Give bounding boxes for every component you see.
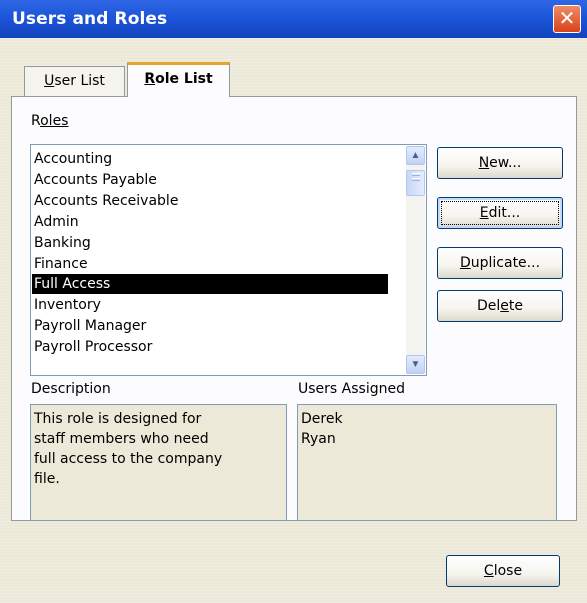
list-item[interactable]: Accounting [32, 149, 388, 169]
list-item[interactable]: Admin [32, 212, 388, 232]
description-label: Description [31, 381, 111, 397]
list-item[interactable]: Payroll Processor [32, 337, 388, 357]
roles-scrollbar[interactable]: ▲ ▼ [406, 146, 425, 374]
window-title: Users and Roles [12, 9, 168, 29]
title-bar: Users and Roles ✕ [0, 0, 587, 38]
tab-user-list[interactable]: User List [24, 66, 125, 96]
list-item[interactable]: Banking [32, 233, 388, 253]
list-item: Ryan [301, 431, 336, 447]
list-item: Derek [301, 411, 343, 427]
list-item[interactable]: Payroll Manager [32, 316, 388, 336]
roles-label: Roles [31, 113, 69, 129]
users-assigned-box: Derek Ryan [297, 404, 557, 521]
scroll-up-icon[interactable]: ▲ [406, 146, 425, 165]
dialog-body: User List Role List Roles Accounting Acc… [0, 38, 587, 603]
list-item[interactable]: Finance [32, 254, 388, 274]
roles-listbox[interactable]: Accounting Accounts Payable Accounts Rec… [30, 144, 427, 376]
list-item[interactable]: Accounts Payable [32, 170, 388, 190]
description-box: This role is designed for staff members … [30, 404, 287, 521]
list-item-selected[interactable]: Full Access [32, 274, 388, 294]
list-item[interactable]: Inventory [32, 295, 388, 315]
delete-button[interactable]: Delete [437, 290, 563, 322]
scroll-down-icon[interactable]: ▼ [406, 355, 425, 374]
scroll-thumb[interactable] [406, 170, 425, 196]
window-close-icon[interactable]: ✕ [553, 5, 581, 33]
edit-button[interactable]: Edit... [437, 197, 563, 229]
close-button[interactable]: Close [446, 555, 560, 587]
users-assigned-label: Users Assigned [298, 381, 405, 397]
tab-role-list[interactable]: Role List [127, 62, 230, 97]
new-button[interactable]: New... [437, 147, 563, 179]
list-item[interactable]: Accounts Receivable [32, 191, 388, 211]
duplicate-button[interactable]: Duplicate... [437, 247, 563, 279]
